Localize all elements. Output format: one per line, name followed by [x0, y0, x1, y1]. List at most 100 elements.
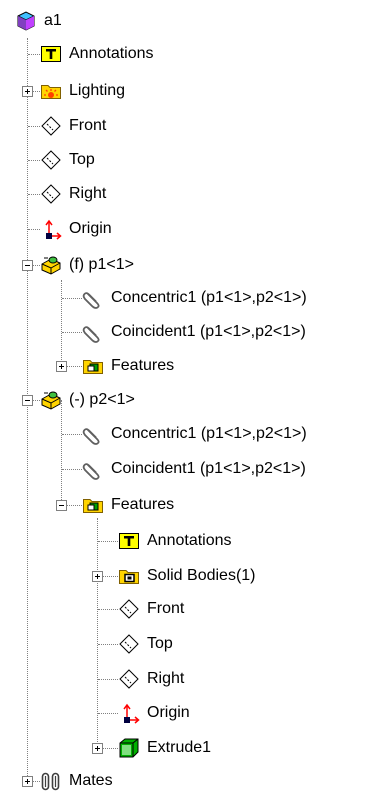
tree-guide-line	[62, 434, 82, 435]
collapse-toggle-p2[interactable]	[22, 395, 33, 406]
tree-node-label: Extrude1	[147, 739, 212, 756]
tree-guide-line	[67, 366, 82, 367]
tree-node-p2-origin[interactable]: Origin	[118, 696, 190, 730]
tree-node-label: Annotations	[147, 532, 232, 549]
tree-node-label: Origin	[147, 704, 190, 721]
tree-guide-line	[97, 518, 98, 750]
tree-guide-line	[33, 781, 40, 782]
tree-node-label: Concentric1 (p1<1>,p2<1>)	[111, 289, 307, 306]
tree-node-label: Top	[147, 635, 173, 652]
tree-node-origin[interactable]: Origin	[40, 212, 112, 246]
part-icon	[40, 389, 62, 411]
plane-icon	[40, 115, 62, 137]
tree-guide-line	[98, 713, 118, 714]
plane-icon	[118, 633, 140, 655]
mate-clip-icon	[82, 321, 104, 343]
features-folder-icon	[82, 355, 104, 377]
assembly-icon	[15, 10, 37, 32]
tree-node-p1[interactable]: (f) p1<1>	[40, 248, 134, 282]
tree-node-p2-top[interactable]: Top	[118, 627, 173, 661]
extrude-icon	[118, 737, 140, 759]
mate-clip-icon	[82, 458, 104, 480]
expand-toggle-p1-features[interactable]	[56, 361, 67, 372]
tree-node-right[interactable]: Right	[40, 177, 106, 211]
tree-node-p2-coincident[interactable]: Coincident1 (p1<1>,p2<1>)	[82, 452, 306, 486]
mate-clip-icon	[82, 287, 104, 309]
tree-guide-line	[98, 644, 118, 645]
mates-icon	[40, 770, 62, 792]
tree-guide-line	[103, 748, 118, 749]
tree-node-label: Solid Bodies(1)	[147, 567, 256, 584]
tree-guide-line	[33, 91, 40, 92]
plane-icon	[118, 598, 140, 620]
origin-icon	[118, 702, 140, 724]
tree-node-lighting[interactable]: Lighting	[40, 74, 125, 108]
tree-guide-line	[98, 609, 118, 610]
tree-guide-line	[28, 160, 40, 161]
annotations-icon	[40, 43, 62, 65]
solid-bodies-folder-icon	[118, 565, 140, 587]
origin-icon	[40, 218, 62, 240]
tree-node-annotations[interactable]: Annotations	[40, 37, 154, 71]
expand-toggle-lighting[interactable]	[22, 86, 33, 97]
tree-guide-line	[28, 194, 40, 195]
tree-node-p1-features[interactable]: Features	[82, 349, 174, 383]
tree-guide-line	[27, 38, 28, 776]
tree-node-p2-right[interactable]: Right	[118, 662, 184, 696]
tree-node-label: Right	[147, 670, 185, 687]
features-folder-icon	[82, 494, 104, 516]
part-icon	[40, 254, 62, 276]
tree-node-label: Features	[111, 496, 175, 513]
tree-guide-line	[62, 332, 82, 333]
tree-node-p2[interactable]: (-) p2<1>	[40, 383, 135, 417]
tree-node-label: Concentric1 (p1<1>,p2<1>)	[111, 425, 307, 442]
tree-node-label: Annotations	[69, 45, 154, 62]
tree-guide-line	[33, 400, 40, 401]
tree-guide-line	[28, 126, 40, 127]
plane-icon	[118, 668, 140, 690]
tree-guide-line	[98, 679, 118, 680]
tree-node-top[interactable]: Top	[40, 143, 95, 177]
tree-node-label: Right	[69, 185, 107, 202]
tree-node-label: (-) p2<1>	[69, 391, 135, 408]
tree-node-label: Origin	[69, 220, 112, 237]
collapse-toggle-p2-features[interactable]	[56, 500, 67, 511]
tree-node-mates[interactable]: Mates	[40, 764, 113, 798]
tree-node-label: Features	[111, 357, 175, 374]
tree-node-p2-extrude[interactable]: Extrude1	[118, 731, 211, 765]
tree-node-label: Coincident1 (p1<1>,p2<1>)	[111, 323, 306, 340]
tree-node-label: a1	[44, 12, 62, 29]
tree-node-p2-solid-bodies[interactable]: Solid Bodies(1)	[118, 559, 256, 593]
lighting-folder-icon	[40, 80, 62, 102]
feature-manager-tree: a1 Annotations Lighting Front Top Right …	[0, 0, 377, 797]
tree-node-p2-features[interactable]: Features	[82, 488, 174, 522]
tree-node-label: Coincident1 (p1<1>,p2<1>)	[111, 460, 306, 477]
tree-node-p2-annotations[interactable]: Annotations	[118, 524, 232, 558]
tree-node-p1-concentric[interactable]: Concentric1 (p1<1>,p2<1>)	[82, 281, 307, 315]
tree-node-label: (f) p1<1>	[69, 256, 134, 273]
plane-icon	[40, 183, 62, 205]
tree-node-label: Mates	[69, 772, 113, 789]
mate-clip-icon	[82, 423, 104, 445]
tree-node-p1-coincident[interactable]: Coincident1 (p1<1>,p2<1>)	[82, 315, 306, 349]
tree-node-p2-concentric[interactable]: Concentric1 (p1<1>,p2<1>)	[82, 417, 307, 451]
expand-toggle-solid-bodies[interactable]	[92, 571, 103, 582]
tree-guide-line	[62, 298, 82, 299]
tree-guide-line	[33, 265, 40, 266]
tree-guide-line	[67, 505, 82, 506]
tree-node-root[interactable]: a1	[15, 4, 62, 38]
tree-node-label: Lighting	[69, 82, 126, 99]
tree-guide-line	[61, 280, 62, 370]
annotations-icon	[118, 530, 140, 552]
tree-node-p2-front[interactable]: Front	[118, 592, 184, 626]
plane-icon	[40, 149, 62, 171]
expand-toggle-mates[interactable]	[22, 776, 33, 787]
tree-guide-line	[28, 229, 40, 230]
tree-node-label: Front	[147, 600, 185, 617]
tree-node-front[interactable]: Front	[40, 109, 106, 143]
tree-guide-line	[98, 541, 118, 542]
expand-toggle-extrude[interactable]	[92, 743, 103, 754]
tree-guide-line	[62, 469, 82, 470]
collapse-toggle-p1[interactable]	[22, 260, 33, 271]
tree-guide-line	[103, 576, 118, 577]
